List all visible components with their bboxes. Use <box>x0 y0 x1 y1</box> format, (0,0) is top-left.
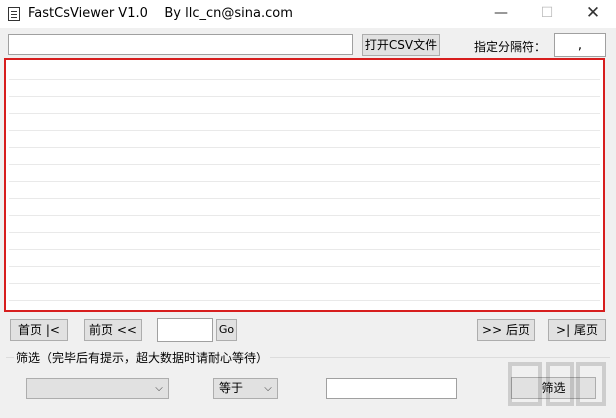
window-title: FastCsViewer V1.0 By llc_cn@sina.com <box>28 6 293 21</box>
filter-operator-value: 等于 <box>219 381 244 395</box>
filter-operator-select[interactable]: 等于 ⌵ <box>213 378 278 399</box>
separator-input[interactable] <box>554 33 606 57</box>
previous-page-button[interactable]: 前页 << <box>84 319 142 341</box>
csv-app-icon <box>8 7 20 21</box>
first-page-button[interactable]: 首页 |< <box>10 319 68 341</box>
separator-label: 指定分隔符： <box>474 40 547 54</box>
grid-rows <box>9 63 600 307</box>
last-page-button[interactable]: >| 尾页 <box>548 319 606 341</box>
minimize-button[interactable]: — <box>478 0 524 28</box>
data-grid[interactable] <box>4 58 605 312</box>
filter-value-input[interactable] <box>326 378 457 399</box>
filter-field-select[interactable]: ⌵ <box>26 378 169 399</box>
open-csv-button[interactable]: 打开CSV文件 <box>362 34 440 56</box>
title-bar: FastCsViewer V1.0 By llc_cn@sina.com — ☐… <box>0 0 616 28</box>
next-page-button[interactable]: >> 后页 <box>477 319 535 341</box>
chevron-down-icon: ⌵ <box>264 383 272 394</box>
file-path-input[interactable] <box>8 34 353 55</box>
chevron-down-icon: ⌵ <box>155 383 163 394</box>
filter-legend: 筛选（完毕后有提示，超大数据时请耐心等待） <box>14 349 271 366</box>
page-number-input[interactable] <box>157 318 213 342</box>
filter-button[interactable]: 筛选 <box>511 377 596 399</box>
maximize-button[interactable]: ☐ <box>524 0 570 28</box>
close-button[interactable]: ✕ <box>570 0 616 28</box>
go-button[interactable]: Go <box>216 319 237 341</box>
